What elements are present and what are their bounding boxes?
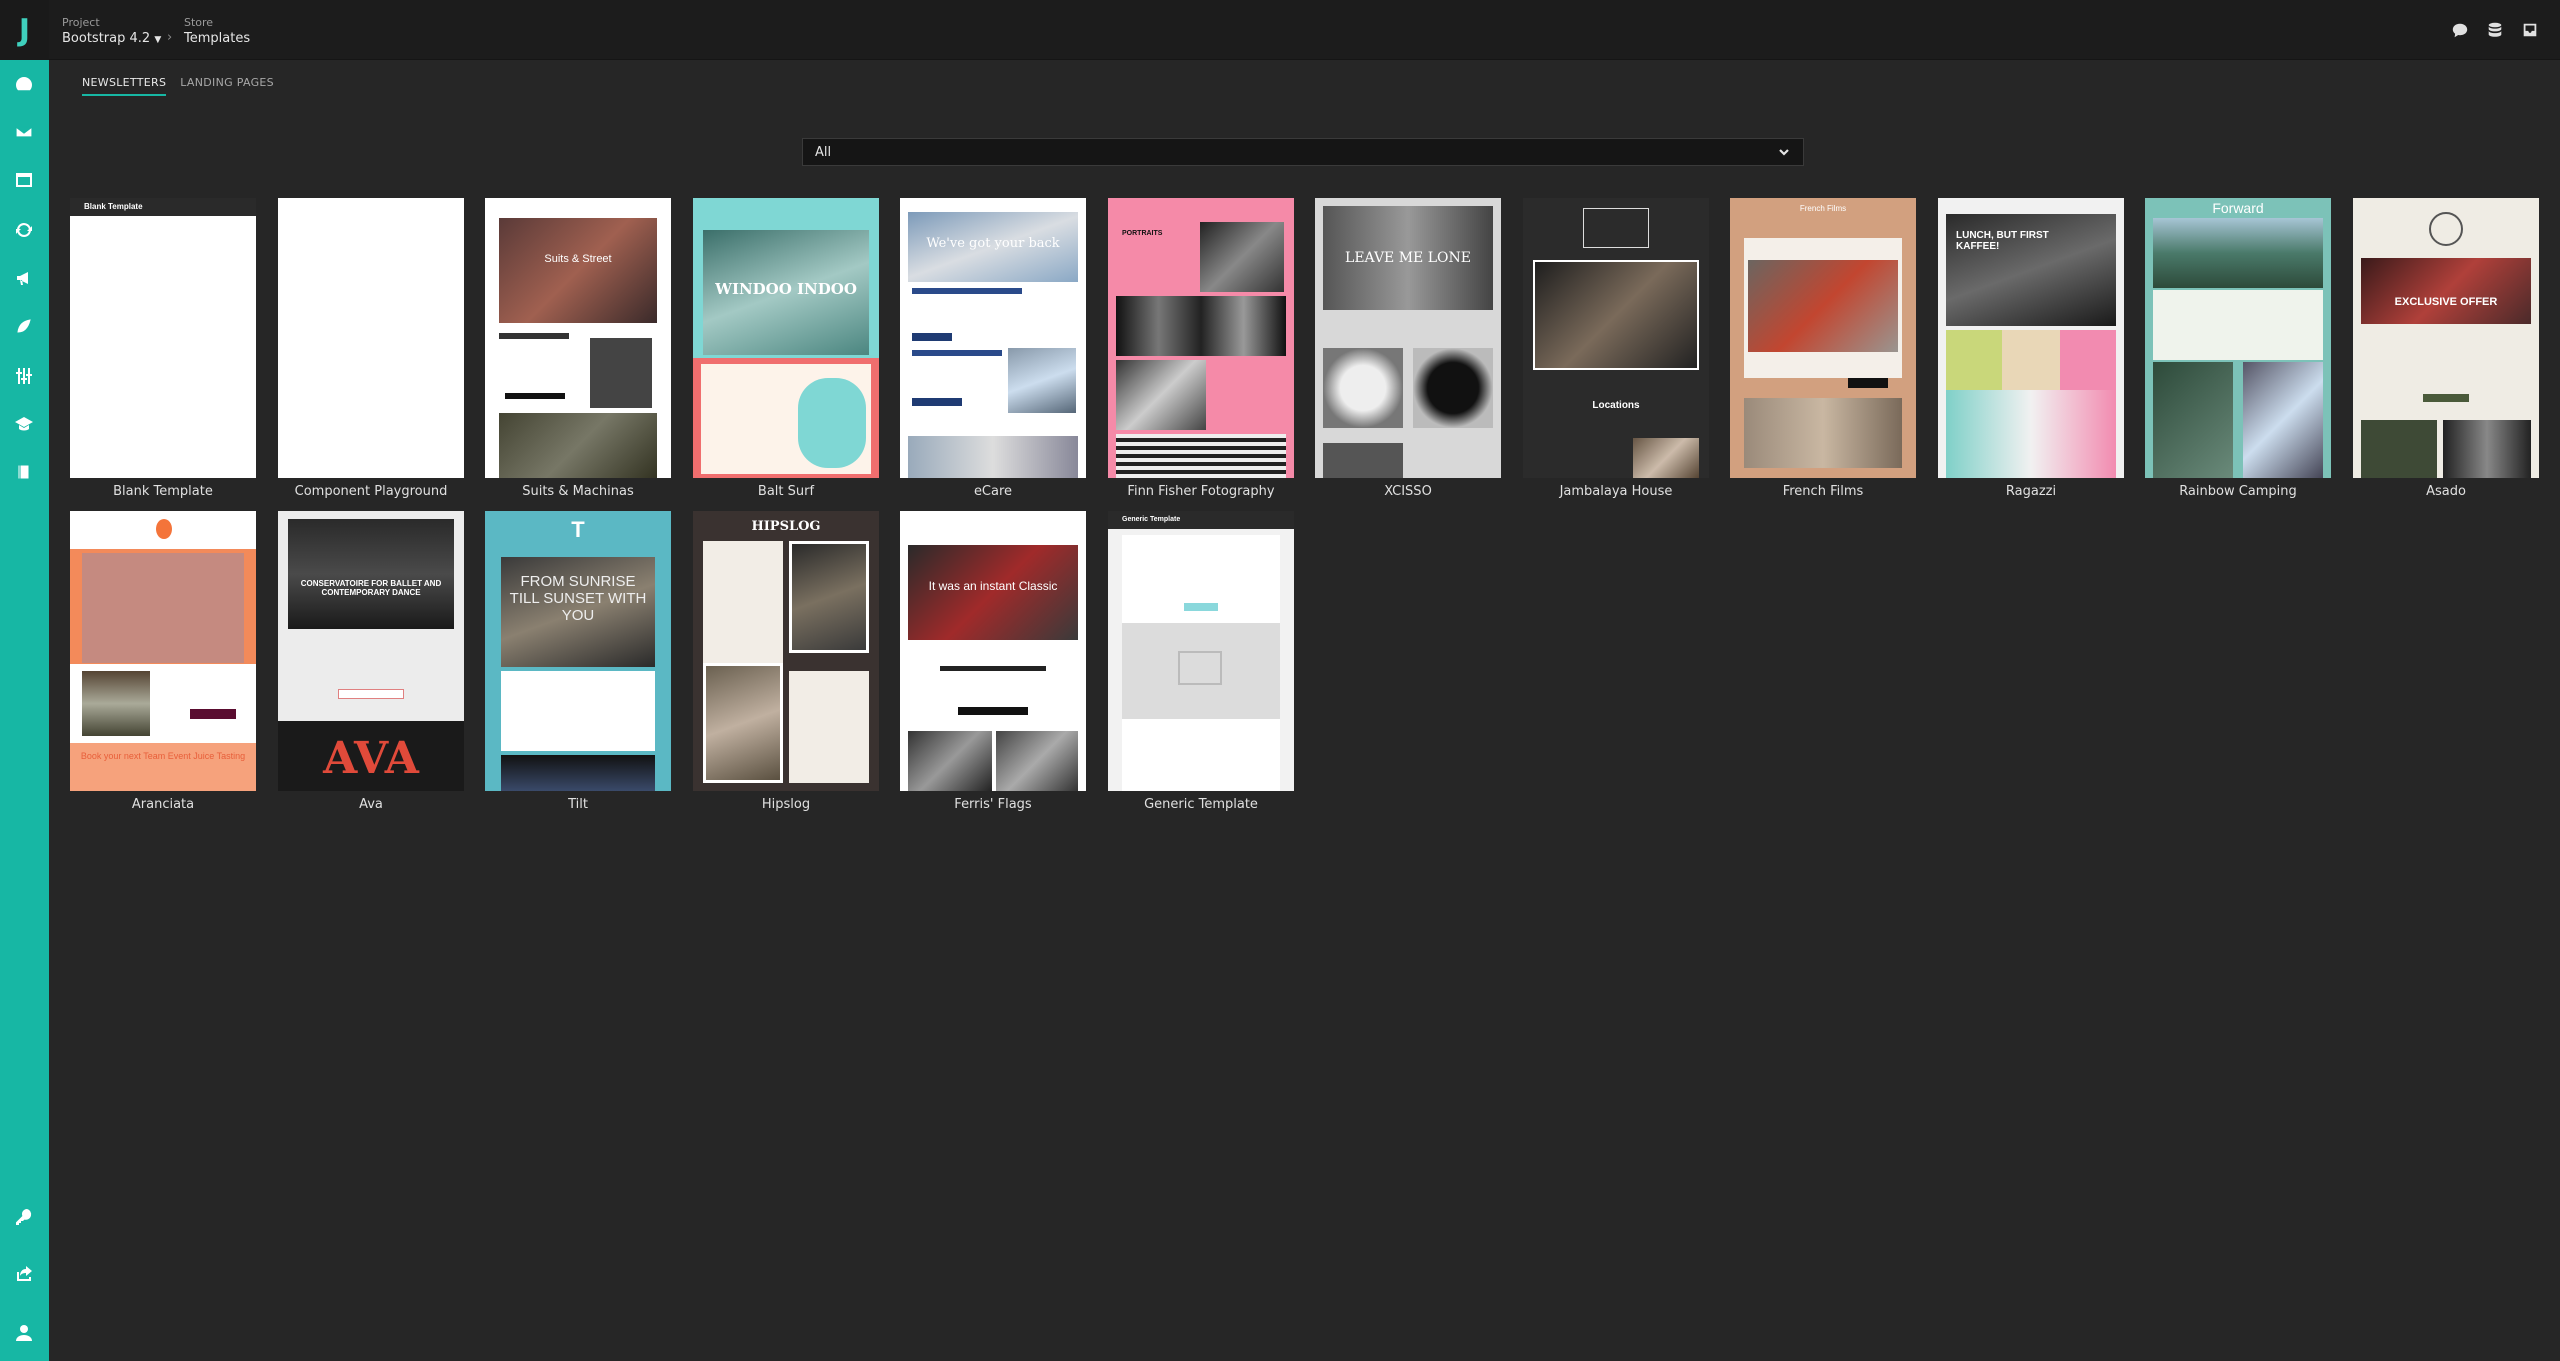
template-thumbnail[interactable]: [278, 198, 464, 478]
template-thumbnail[interactable]: LEAVE ME LONE: [1315, 198, 1501, 478]
dashboard-icon[interactable]: [12, 72, 36, 96]
plant-icon[interactable]: [12, 314, 36, 338]
template-thumbnail[interactable]: PORTRAITS: [1108, 198, 1294, 478]
mail-icon[interactable]: [12, 120, 36, 144]
template-card-suits-machinas[interactable]: Suits & Street Suits & Machinas: [485, 198, 671, 499]
chat-icon[interactable]: [2450, 20, 2470, 40]
template-thumbnail[interactable]: Book your next Team Event Juice Tasting: [70, 511, 256, 791]
window-icon[interactable]: [12, 168, 36, 192]
template-card-component-playground[interactable]: Component Playground: [278, 198, 464, 499]
template-thumbnail[interactable]: CONSERVATOIRE FOR BALLET AND CONTEMPORAR…: [278, 511, 464, 791]
project-value[interactable]: Bootstrap 4.2 ▼: [62, 30, 161, 49]
sliders-icon[interactable]: [12, 364, 36, 388]
template-card-blank-template[interactable]: Blank Template Blank Template: [70, 198, 256, 499]
template-name: Balt Surf: [757, 484, 815, 499]
template-thumbnail[interactable]: HIPSLOG: [693, 511, 879, 791]
megaphone-icon[interactable]: [12, 266, 36, 290]
template-name: Suits & Machinas: [522, 484, 634, 499]
key-icon[interactable]: [12, 1205, 36, 1229]
template-card-tilt[interactable]: T FROM SUNRISE TILL SUNSET WITH YOU Tilt: [485, 511, 671, 812]
book-icon[interactable]: [12, 460, 36, 484]
template-name: eCare: [973, 484, 1013, 499]
template-thumbnail[interactable]: EXCLUSIVE OFFER: [2353, 198, 2539, 478]
template-name: Rainbow Camping: [2179, 484, 2297, 499]
template-card-rainbow-camping[interactable]: Forward Rainbow Camping: [2145, 198, 2331, 499]
template-card-finn-fisher-fotography[interactable]: PORTRAITS Finn Fisher Fotography: [1108, 198, 1294, 499]
template-thumbnail[interactable]: LUNCH, BUT FIRST KAFFEE!: [1938, 198, 2124, 478]
template-card-hipslog[interactable]: HIPSLOG Hipslog: [693, 511, 879, 812]
template-card-jambalaya-house[interactable]: Locations Jambalaya House: [1523, 198, 1709, 499]
template-name: Blank Template: [113, 484, 213, 499]
template-card-ava[interactable]: CONSERVATOIRE FOR BALLET AND CONTEMPORAR…: [278, 511, 464, 812]
template-name: Finn Fisher Fotography: [1127, 484, 1275, 499]
template-thumbnail[interactable]: Suits & Street: [485, 198, 671, 478]
tab-landing-pages[interactable]: LANDING PAGES: [180, 76, 274, 96]
template-card-generic-template[interactable]: Generic Template Generic Template: [1108, 511, 1294, 812]
template-name: Ava: [359, 797, 383, 812]
store-label: Store: [184, 16, 214, 29]
template-card-french-films[interactable]: French Films French Films: [1730, 198, 1916, 499]
template-card-balt-surf[interactable]: WINDOO INDOO Balt Surf: [693, 198, 879, 499]
template-thumbnail[interactable]: Blank Template: [70, 198, 256, 478]
template-card-ragazzi[interactable]: LUNCH, BUT FIRST KAFFEE! Ragazzi: [1938, 198, 2124, 499]
template-thumbnail[interactable]: Generic Template: [1108, 511, 1294, 791]
template-card-ferris-flags[interactable]: It was an instant Classic Ferris' Flags: [900, 511, 1086, 812]
template-card-ecare[interactable]: We've got your back eCare: [900, 198, 1086, 499]
template-card-asado[interactable]: EXCLUSIVE OFFER Asado: [2353, 198, 2539, 499]
database-icon[interactable]: [2485, 20, 2505, 40]
project-breadcrumb[interactable]: Project Bootstrap 4.2 ▼: [62, 16, 161, 49]
chevron-down-icon: [1779, 149, 1789, 156]
template-thumbnail[interactable]: It was an instant Classic: [900, 511, 1086, 791]
filter-selected-value: All: [815, 144, 832, 160]
template-card-aranciata[interactable]: Book your next Team Event Juice Tasting …: [70, 511, 256, 812]
graduation-cap-icon[interactable]: [12, 412, 36, 436]
tab-newsletters[interactable]: NEWSLETTERS: [82, 76, 167, 96]
template-thumbnail[interactable]: Forward: [2145, 198, 2331, 478]
template-name: Ragazzi: [2005, 484, 2057, 499]
template-name: Jambalaya House: [1559, 484, 1673, 499]
store-breadcrumb: Store Templates: [184, 16, 250, 48]
template-name: Generic Template: [1144, 797, 1258, 812]
breadcrumb-chevron-icon: ›: [167, 30, 173, 45]
template-card-xcisso[interactable]: LEAVE ME LONE XCISSO: [1315, 198, 1501, 499]
template-name: Hipslog: [761, 797, 811, 812]
template-name: Component Playground: [294, 484, 448, 499]
template-name: Tilt: [568, 797, 588, 812]
user-icon[interactable]: [12, 1321, 36, 1345]
template-type-tabs: NEWSLETTERS LANDING PAGES: [82, 76, 274, 96]
template-thumbnail[interactable]: Locations: [1523, 198, 1709, 478]
category-filter-select[interactable]: All: [802, 138, 1804, 166]
sync-icon[interactable]: [12, 218, 36, 242]
template-thumbnail[interactable]: French Films: [1730, 198, 1916, 478]
app-logo[interactable]: J: [0, 0, 49, 60]
inbox-icon[interactable]: [2520, 20, 2540, 40]
template-thumbnail[interactable]: WINDOO INDOO: [693, 198, 879, 478]
share-icon[interactable]: [12, 1262, 36, 1286]
template-name: French Films: [1782, 484, 1864, 499]
template-thumbnail[interactable]: We've got your back: [900, 198, 1086, 478]
template-thumbnail[interactable]: T FROM SUNRISE TILL SUNSET WITH YOU: [485, 511, 671, 791]
template-name: Asado: [2426, 484, 2466, 499]
template-name: XCISSO: [1384, 484, 1432, 499]
template-name: Ferris' Flags: [954, 797, 1032, 812]
store-value: Templates: [184, 31, 251, 46]
project-label: Project: [62, 16, 100, 29]
template-name: Aranciata: [131, 797, 195, 812]
top-bar: Project Bootstrap 4.2 ▼ › Store Template…: [49, 0, 2560, 60]
sidebar: J: [0, 0, 49, 1361]
